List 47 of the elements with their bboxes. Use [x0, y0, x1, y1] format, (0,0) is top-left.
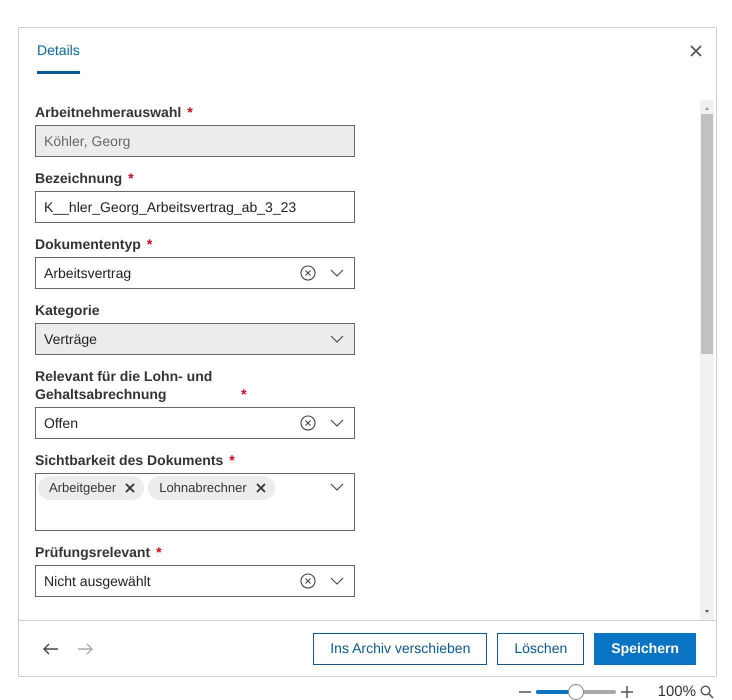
dropdown-field[interactable]: Arbeitsvertrag [35, 257, 355, 289]
chevron-down-icon [330, 335, 344, 343]
clear-icon[interactable] [300, 415, 316, 431]
slider-thumb[interactable] [568, 684, 584, 700]
required-mark: * [156, 543, 162, 561]
field-label: Relevant für die Lohn- und Gehaltsabrechnung [35, 367, 214, 403]
search-icon[interactable] [700, 685, 714, 700]
zoom-in-icon[interactable] [620, 685, 634, 700]
chevron-down-icon [330, 483, 344, 491]
field-label: Bezeichnung [35, 169, 122, 187]
remove-icon[interactable] [125, 483, 136, 493]
required-mark: * [241, 385, 246, 403]
multiselect-field[interactable]: Arbeitgeber Lohnabrechner [35, 473, 355, 531]
required-mark: * [128, 169, 134, 187]
text-field[interactable]: K__hler_Georg_Arbeitsvertrag_ab_3_23 [35, 191, 355, 223]
chevron-down-icon [330, 577, 344, 585]
dropdown-value: Nicht ausgewählt [44, 572, 152, 591]
scrollbar[interactable] [700, 100, 714, 620]
field-label: Kategorie [35, 301, 100, 319]
chevron-down-icon [330, 419, 344, 427]
footer-button[interactable]: Löschen [497, 632, 584, 664]
field-label: Prüfungsrelevant [35, 543, 150, 561]
chevron-down-icon [330, 269, 344, 277]
tab[interactable]: Details [37, 40, 80, 74]
close-icon [690, 45, 702, 57]
chip-label: Arbeitgeber [49, 479, 116, 498]
clear-icon[interactable] [300, 573, 316, 589]
footer-button[interactable]: Speichern [594, 632, 696, 664]
dropdown-value: Arbeitsvertrag [44, 264, 132, 283]
required-mark: * [229, 451, 235, 469]
clear-icon[interactable] [300, 265, 316, 281]
footer-button[interactable]: Ins Archiv verschieben [313, 632, 488, 664]
required-mark: * [146, 235, 152, 253]
back-arrow-button[interactable] [43, 642, 59, 654]
close-button[interactable] [688, 43, 704, 59]
remove-icon[interactable] [256, 483, 266, 493]
dropdown-value: Offen [44, 414, 79, 432]
chip-label: Lohnabrechner [159, 479, 247, 498]
dropdown-value: Verträge [44, 330, 98, 349]
field-label: Sichtbarkeit des Dokuments [35, 451, 224, 469]
field-label: Dokumententyp [35, 235, 141, 253]
dropdown-field[interactable]: Offen [35, 407, 355, 439]
zoom-slider[interactable] [536, 684, 616, 700]
required-mark: * [187, 103, 193, 121]
field-label: Arbeitnehmerauswahl [35, 103, 182, 121]
dropdown-field[interactable]: Nicht ausgewählt [35, 565, 355, 597]
zoom-percentage: 100% [658, 682, 696, 700]
